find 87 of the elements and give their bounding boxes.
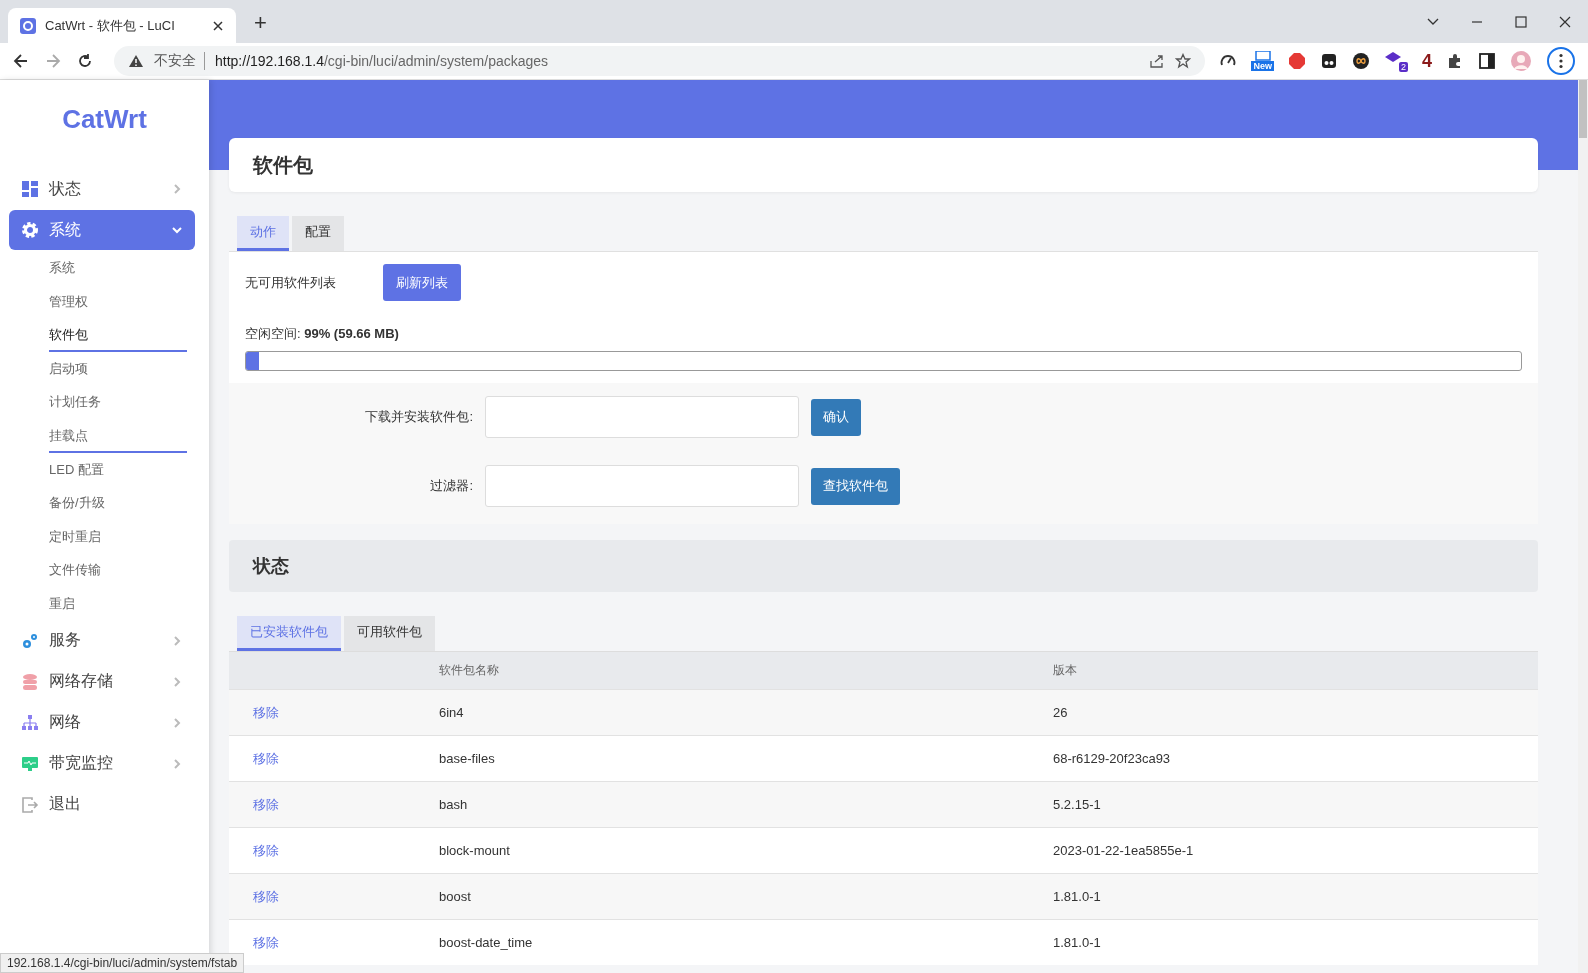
submenu-item[interactable]: 系统 <box>49 251 187 285</box>
star-icon[interactable] <box>1175 53 1192 69</box>
side-panel-icon[interactable] <box>1478 52 1496 70</box>
page-title: 软件包 <box>253 152 313 178</box>
tab[interactable]: 已安装软件包 <box>237 616 341 651</box>
close-icon[interactable] <box>1558 14 1572 29</box>
chevron-down-icon <box>171 224 183 236</box>
submenu-item[interactable]: 计划任务 <box>49 385 187 419</box>
table-cell-text: 26 <box>1053 705 1069 720</box>
maximize-icon[interactable] <box>1514 14 1528 29</box>
favicon-icon <box>20 17 36 34</box>
filter-label: 过滤器: <box>429 477 473 495</box>
chevron-right-icon <box>171 757 183 770</box>
infinity-icon[interactable] <box>1352 52 1370 70</box>
remove-link[interactable]: 移除 <box>253 704 279 720</box>
remove-link[interactable]: 移除 <box>253 842 279 858</box>
logo[interactable]: CatWrt <box>0 104 209 135</box>
tab[interactable]: 动作 <box>237 216 289 251</box>
extension-icon[interactable]: 4 <box>1422 50 1432 72</box>
nav-item[interactable]: 网络存储 <box>9 661 195 702</box>
table-cell-text: 6in4 <box>439 705 465 720</box>
table-cell-text: boost-date_time <box>439 935 534 950</box>
submenu-item[interactable]: 定时重启 <box>49 519 187 554</box>
free-space-text: 空闲空间: 99% (59.66 MB) <box>244 325 400 343</box>
settings-icon <box>21 221 39 239</box>
submenu-item[interactable]: 软件包 <box>49 318 187 352</box>
submenu-item[interactable]: 文件传输 <box>49 553 187 587</box>
install-label: 下载并安装软件包: <box>364 408 473 426</box>
remove-link[interactable]: 移除 <box>253 934 279 950</box>
sitemap-icon <box>21 713 39 732</box>
submenu-item[interactable]: 管理权 <box>49 284 187 319</box>
chevron-right-icon <box>171 634 183 647</box>
column-header: 软件包名称 <box>439 662 500 679</box>
logout-icon <box>21 795 39 814</box>
extension-icon[interactable] <box>1320 52 1338 70</box>
nav-item[interactable]: 状态 <box>9 169 195 209</box>
table-cell-text: boost <box>439 889 472 904</box>
table-cell-text: 2023-01-22-1ea5855e-1 <box>1053 843 1195 858</box>
submenu-item[interactable]: 备份/升级 <box>49 486 187 520</box>
column-header: 版本 <box>1053 662 1078 679</box>
status-bar: 192.168.1.4/cgi-bin/luci/admin/system/fstab <box>0 953 245 973</box>
remove-link[interactable]: 移除 <box>253 888 279 904</box>
table-cell-text: 1.81.0-1 <box>1053 889 1102 904</box>
table-cell-text: 1.81.0-1 <box>1053 935 1102 950</box>
stop-sign-icon[interactable] <box>1288 52 1306 70</box>
section-title: 状态 <box>253 555 289 578</box>
no-list-text: 无可用软件列表 <box>245 273 337 292</box>
database-icon <box>21 672 39 691</box>
warning-icon <box>128 54 144 68</box>
close-icon[interactable] <box>212 19 224 32</box>
tab[interactable]: 配置 <box>292 216 344 251</box>
table-cell-text: 68-r6129-20f23ca93 <box>1053 751 1172 766</box>
monitor-icon <box>21 754 39 773</box>
tab[interactable]: 可用软件包 <box>344 616 435 651</box>
input-field[interactable] <box>485 465 799 507</box>
dashboard-icon <box>21 180 39 198</box>
chevron-right-icon <box>171 183 183 195</box>
table-cell-text: block-mount <box>439 843 511 858</box>
submenu-item[interactable]: 重启 <box>49 586 187 621</box>
nav-item[interactable]: 带宽监控 <box>9 743 195 784</box>
chevron-right-icon <box>171 675 183 688</box>
share-icon[interactable] <box>1149 53 1166 69</box>
confirm-button[interactable]: 确认 <box>811 398 861 436</box>
search-button[interactable]: 查找软件包 <box>811 467 900 505</box>
remove-link[interactable]: 移除 <box>253 796 279 812</box>
address-bar[interactable]: 不安全 http://192.168.1.4/cgi-bin/luci/admin/system/packages <box>114 46 1206 76</box>
table-cell-text: 5.2.15-1 <box>1053 797 1102 812</box>
input-field[interactable] <box>485 396 799 438</box>
submenu-item[interactable]: 挂载点 <box>49 418 187 453</box>
chevron-right-icon <box>171 716 183 729</box>
scrollbar-thumb[interactable] <box>1579 80 1587 138</box>
submenu-item[interactable]: 启动项 <box>49 351 187 386</box>
nav-item[interactable]: 网络 <box>9 702 195 743</box>
menu-icon[interactable] <box>1546 46 1576 76</box>
nav-item[interactable]: 服务 <box>9 620 195 661</box>
refresh-button[interactable]: 刷新列表 <box>383 264 461 301</box>
back-icon[interactable] <box>12 52 30 70</box>
remove-link[interactable]: 移除 <box>253 750 279 766</box>
table-cell-text: base-files <box>439 751 496 766</box>
submenu-item[interactable]: LED 配置 <box>49 452 187 487</box>
reload-icon[interactable] <box>76 52 94 70</box>
gears-icon <box>21 631 39 650</box>
nav-item[interactable]: 退出 <box>9 784 195 825</box>
nav-item[interactable]: 系统 <box>9 210 195 250</box>
new-tab-button[interactable]: + <box>254 9 267 37</box>
table-cell-text: bash <box>439 797 469 812</box>
browser-tab[interactable]: CatWrt - 软件包 - LuCI <box>8 8 236 43</box>
